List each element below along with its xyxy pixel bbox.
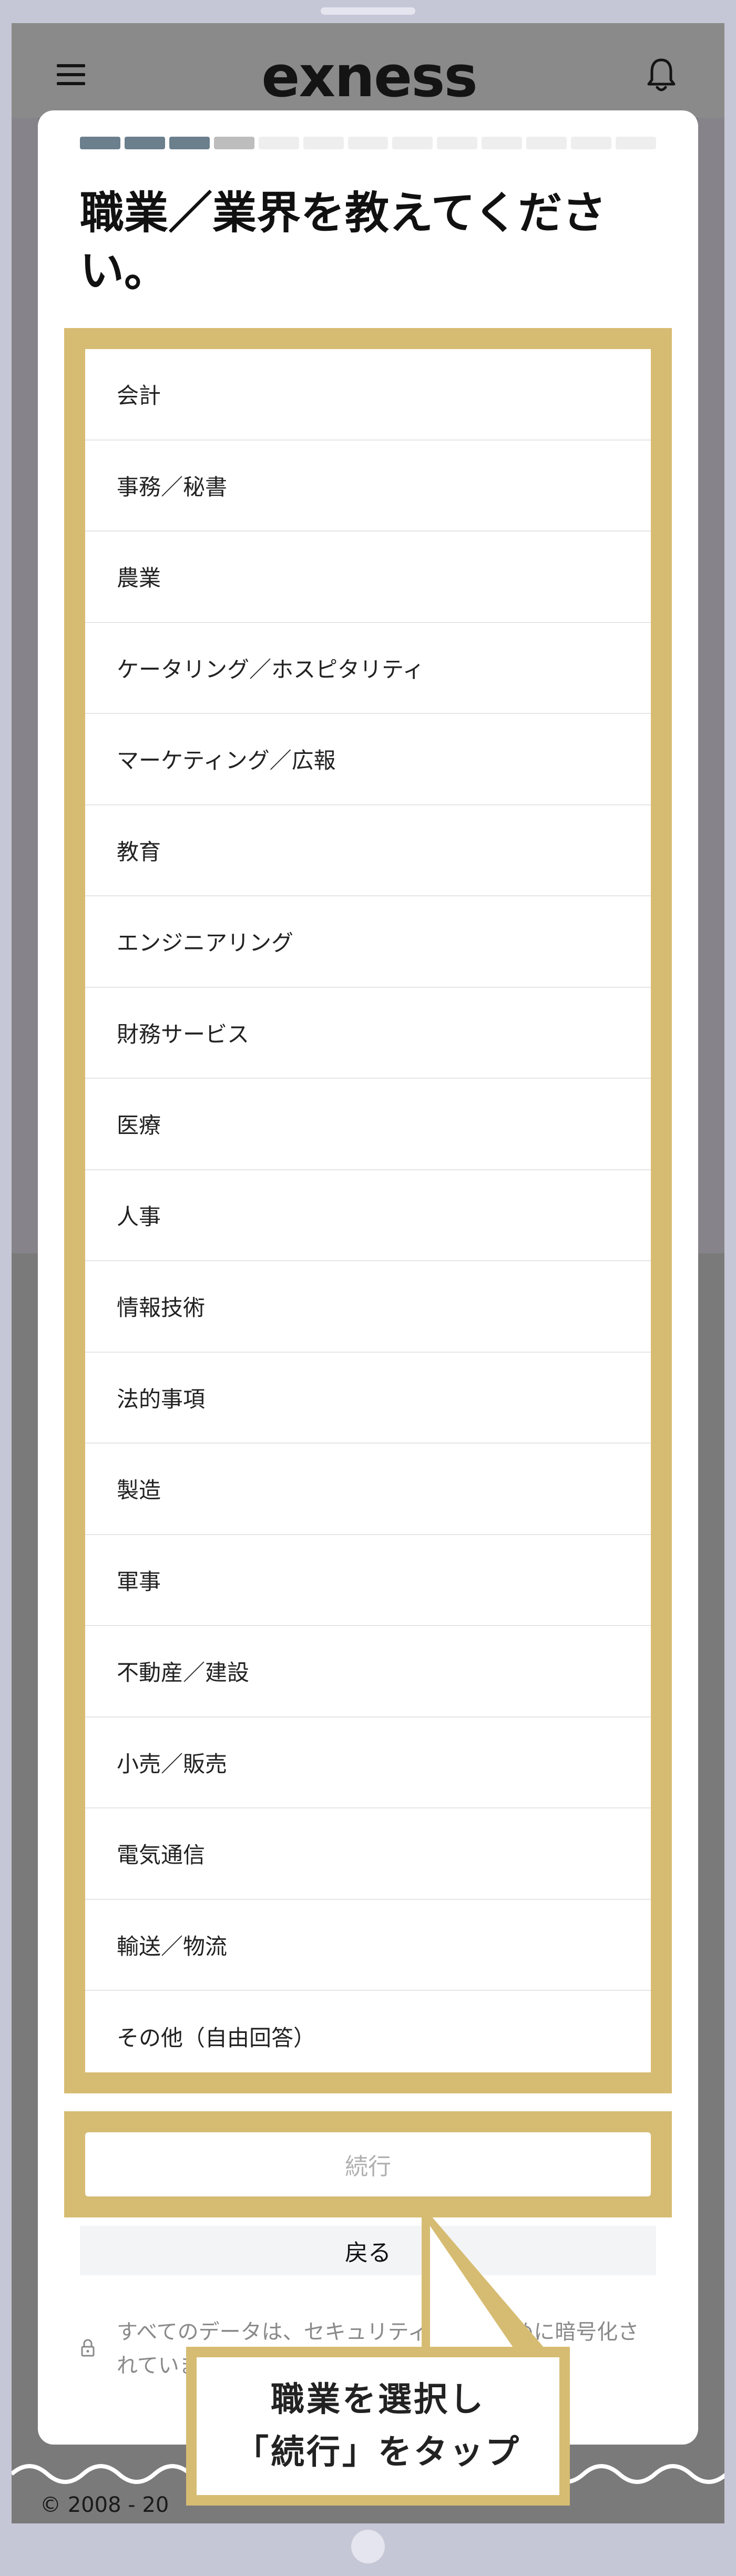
occupation-option[interactable]: 製造 [85,1444,651,1535]
occupation-option-label: その他（自由回答） [117,2025,316,2051]
occupation-option-label: 不動産／建設 [117,1660,250,1686]
occupation-option[interactable]: 法的事項 [85,1353,651,1444]
progress-segment [392,137,433,149]
occupation-option[interactable]: 医療 [85,1079,651,1170]
device-frame: exness 職業／業界を教えてください。 会計事務／秘書農業ケータリング／ホス… [0,0,736,2576]
left-background-band [12,118,38,1253]
phone-screen: exness 職業／業界を教えてください。 会計事務／秘書農業ケータリング／ホス… [12,23,724,2523]
progress-segment [169,137,210,149]
progress-segment [616,137,656,149]
exness-logo: exness [261,44,478,110]
occupation-option[interactable]: 会計 [85,349,651,441]
instruction-callout: 職業を選択し 「続行」をタップ [186,2347,570,2506]
occupation-option[interactable]: 不動産／建設 [85,1626,651,1718]
device-speaker-slot [321,7,415,15]
occupation-option[interactable]: マーケティング／広報 [85,714,651,805]
occupation-option-label: 小売／販売 [117,1751,228,1777]
continue-highlight-frame: 続行 [64,2111,672,2217]
occupation-option[interactable]: 人事 [85,1170,651,1261]
hamburger-icon[interactable] [57,64,85,85]
page-title: 職業／業界を教えてください。 [80,187,607,297]
right-background-band [698,118,724,1253]
instruction-callout-inner: 職業を選択し 「続行」をタップ [197,2357,559,2495]
occupation-option-label: 医療 [117,1112,161,1139]
callout-line-2: 「続行」をタップ [235,2433,521,2472]
copyright-text: © 2008 - 20 [40,2493,169,2517]
occupation-option-label: 会計 [117,383,161,409]
occupation-option-label: 電気通信 [117,1842,206,1868]
occupation-option-label: 軍事 [117,1568,161,1594]
occupation-option[interactable]: 輸送／物流 [85,1900,651,1991]
occupation-option[interactable]: 電気通信 [85,1808,651,1900]
occupation-option-label: マーケティング／広報 [117,748,336,774]
progress-segment [526,137,567,149]
progress-segment [347,137,389,149]
occupation-option[interactable]: 農業 [85,531,651,623]
occupation-option-label: 教育 [117,839,161,865]
progress-segment [482,137,523,149]
occupation-form-card: 職業／業界を教えてください。 会計事務／秘書農業ケータリング／ホスピタリティ マー… [38,110,698,2445]
lock-icon [81,2339,95,2357]
progress-bar [80,137,656,149]
progress-segment [437,137,478,149]
occupation-option-label: ケータリング／ホスピタリティ [117,656,425,682]
occupation-option-label: エンジニアリング [117,930,294,956]
progress-segment [213,137,254,149]
occupation-option[interactable]: エンジニアリング [85,896,651,988]
occupation-option[interactable]: 財務サービス [85,988,651,1079]
occupation-options-list: 会計事務／秘書農業ケータリング／ホスピタリティ マーケティング／広報 教育エンジニア… [85,349,651,2072]
occupation-option[interactable]: 小売／販売 [85,1718,651,1808]
occupation-option-label: 製造 [117,1477,161,1504]
occupation-option[interactable]: 軍事 [85,1535,651,1626]
occupation-option-label: 輸送／物流 [117,1933,228,1959]
continue-button[interactable]: 続行 [85,2132,651,2196]
progress-segment [303,137,344,149]
occupation-option-label: 財務サービス [117,1021,250,1047]
back-button[interactable]: 戻る [80,2226,656,2275]
device-home-button [351,2530,385,2563]
occupation-option[interactable]: 事務／秘書 [85,441,651,531]
options-highlight-frame: 会計事務／秘書農業ケータリング／ホスピタリティ マーケティング／広報 教育エンジニア… [64,328,672,2093]
occupation-option[interactable]: その他（自由回答） [85,1991,651,2082]
bell-icon[interactable] [646,57,677,94]
occupation-option[interactable]: ケータリング／ホスピタリティ [85,623,651,714]
progress-segment [80,137,120,149]
occupation-option-label: 情報技術 [117,1295,206,1321]
app-header: exness [12,23,724,118]
callout-line-1: 職業を選択し [271,2380,485,2419]
occupation-option-label: 人事 [117,1203,161,1230]
occupation-option-label: 法的事項 [117,1386,206,1412]
occupation-option-label: 農業 [117,565,161,591]
progress-segment [124,137,165,149]
occupation-option-label: 事務／秘書 [117,474,228,500]
progress-segment [571,137,612,149]
occupation-option[interactable]: 情報技術 [85,1261,651,1353]
progress-segment [258,137,299,149]
occupation-option[interactable]: 教育 [85,805,651,896]
